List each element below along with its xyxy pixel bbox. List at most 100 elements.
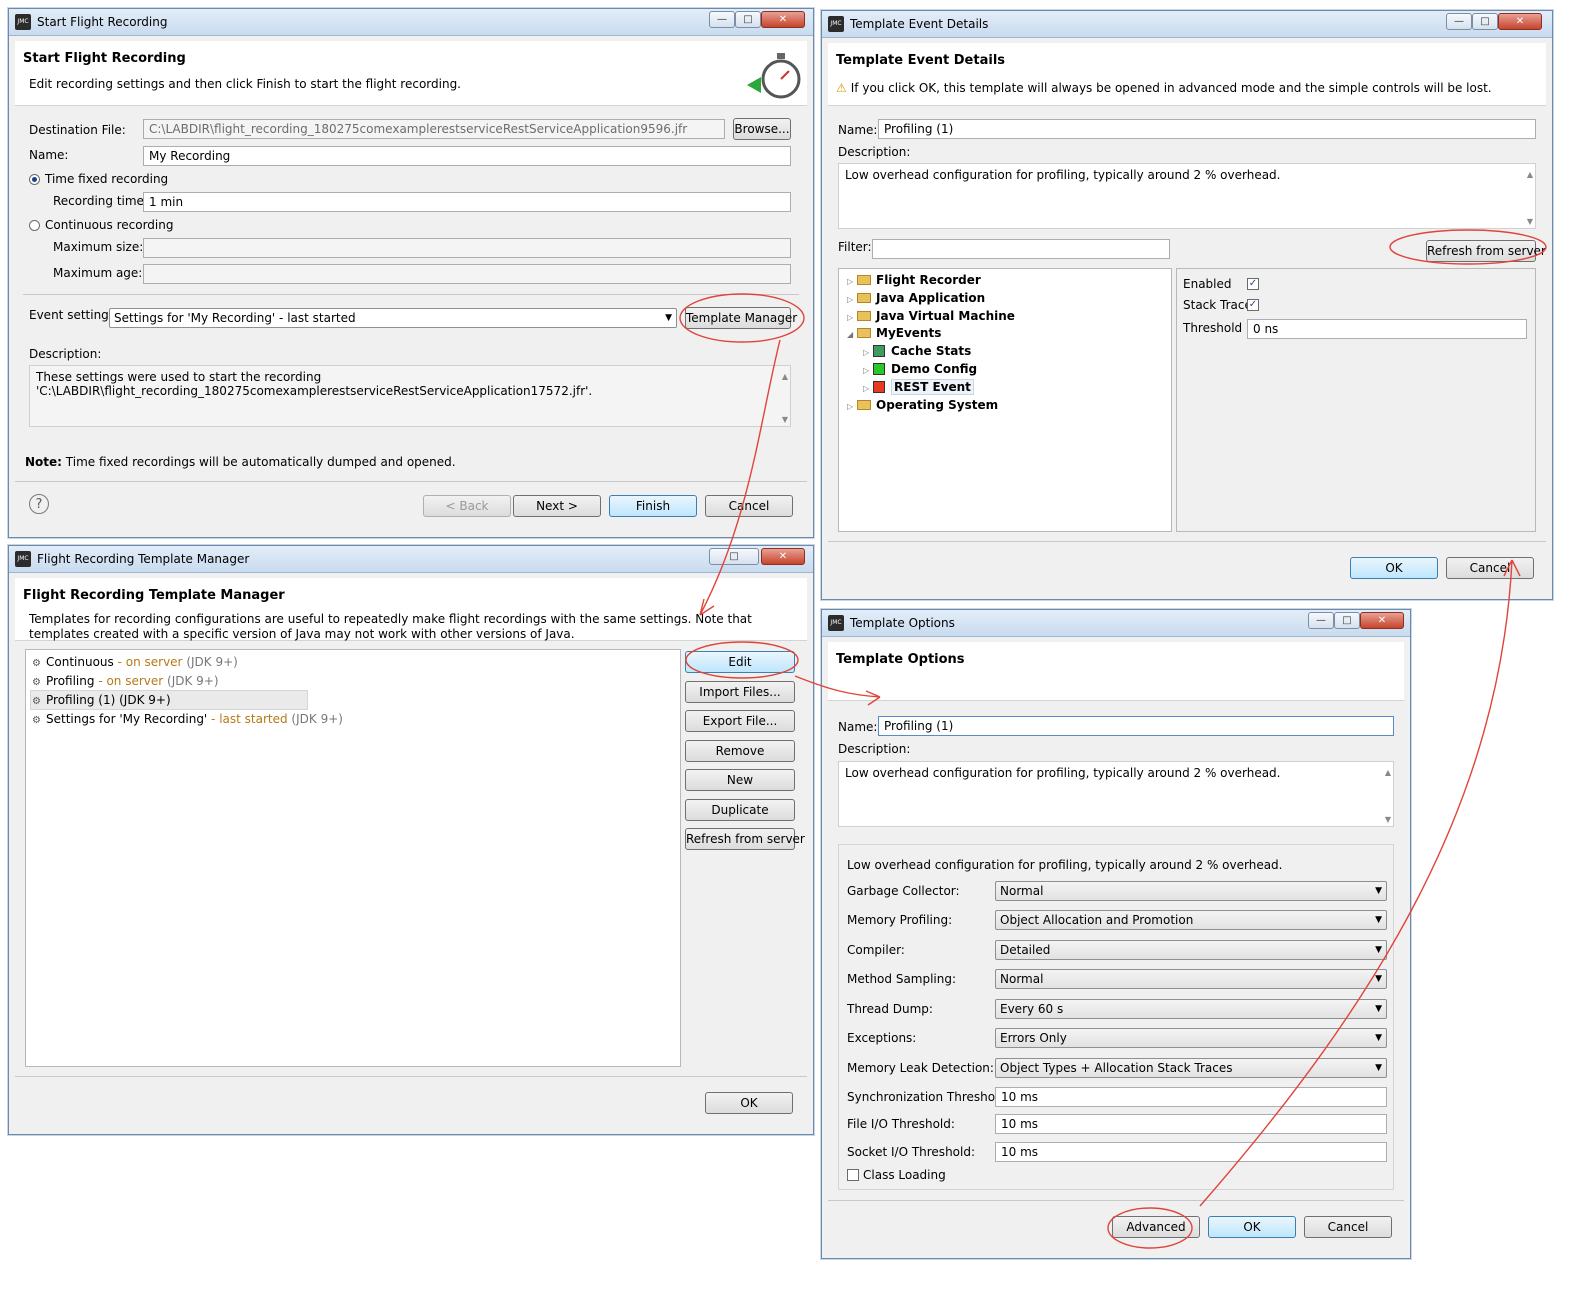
synchronization-threshold-field[interactable]: 10 ms — [995, 1087, 1387, 1107]
event-settings-combo[interactable]: Settings for 'My Recording' - last start… — [109, 308, 677, 328]
threshold-field[interactable]: 0 ns — [1247, 319, 1527, 339]
template-manager-button[interactable]: Template Manager — [685, 307, 797, 329]
next-button[interactable]: Next > — [513, 495, 601, 517]
tree-item-rest-event[interactable]: ▷ REST Event — [863, 379, 974, 395]
expand-icon[interactable]: ▷ — [863, 366, 873, 375]
new-button[interactable]: New — [685, 769, 795, 791]
exceptions-combo[interactable]: Errors Only ▼ — [995, 1028, 1387, 1048]
event-tree[interactable]: ▷ Flight Recorder ▷ Java Application ▷ Java… — [838, 268, 1172, 532]
enabled-checkbox[interactable]: ✓ — [1247, 278, 1259, 290]
class-loading-checkbox[interactable] — [847, 1169, 859, 1181]
title-bar[interactable]: JMC Start Flight Recording — □ ✕ — [9, 9, 813, 36]
name-field[interactable]: Profiling (1) — [878, 119, 1536, 139]
ok-button[interactable]: OK — [1208, 1216, 1296, 1238]
continuous-label[interactable]: Continuous recording — [45, 218, 173, 232]
edit-button[interactable]: Edit — [685, 651, 795, 673]
minimize-button[interactable]: — — [1446, 13, 1472, 30]
template-list[interactable]: ⚙ Continuous - on server (JDK 9+) ⚙ Profil… — [25, 649, 681, 1067]
cancel-button[interactable]: Cancel — [1304, 1216, 1392, 1238]
tree-item-java-virtual-machine[interactable]: ▷ Java Virtual Machine — [847, 309, 1015, 323]
description-text: Low overhead configuration for profiling… — [845, 168, 1281, 182]
filter-field[interactable] — [872, 239, 1170, 259]
close-button[interactable]: ✕ — [761, 548, 805, 565]
tree-item-flight-recorder[interactable]: ▷ Flight Recorder — [847, 273, 981, 287]
note: Note: Time fixed recordings will be auto… — [25, 455, 456, 469]
close-button[interactable]: ✕ — [1360, 612, 1404, 629]
maximize-button[interactable]: □ — [1472, 13, 1498, 30]
template-item[interactable]: ⚙ Profiling (1) (JDK 9+) — [32, 693, 171, 707]
stack-trace-checkbox[interactable]: ✓ — [1247, 299, 1259, 311]
refresh-from-server-button[interactable]: Refresh from server — [685, 828, 805, 850]
title-bar[interactable]: JMC Template Options — □ ✕ — [822, 610, 1410, 637]
maximum-age-field[interactable] — [143, 264, 791, 284]
scroll-down-icon[interactable]: ▼ — [1527, 217, 1533, 226]
scroll-down-icon[interactable]: ▼ — [782, 415, 788, 424]
expand-icon[interactable]: ▷ — [847, 313, 857, 322]
name-field[interactable]: Profiling (1) — [878, 716, 1394, 736]
scroll-down-icon[interactable]: ▼ — [1385, 815, 1391, 824]
import-files-button[interactable]: Import Files... — [685, 681, 795, 703]
time-fixed-label[interactable]: Time fixed recording — [45, 172, 168, 186]
class-loading-label[interactable]: Class Loading — [863, 1168, 946, 1182]
tree-item-myevents[interactable]: ◢ MyEvents — [847, 326, 941, 340]
expand-icon[interactable]: ▷ — [847, 295, 857, 304]
minimize-button[interactable]: — — [1308, 612, 1334, 629]
description-area[interactable]: Low overhead configuration for profiling… — [838, 163, 1536, 229]
maximum-size-field[interactable] — [143, 238, 791, 258]
refresh-from-server-button[interactable]: Refresh from server — [1426, 240, 1546, 262]
description-area[interactable]: Low overhead configuration for profiling… — [838, 761, 1394, 827]
event-settings-value: Settings for 'My Recording' - last start… — [114, 311, 356, 325]
time-fixed-radio[interactable] — [29, 174, 40, 185]
close-button[interactable]: ✕ — [761, 11, 805, 28]
title-bar[interactable]: JMC Template Event Details — □ ✕ — [822, 11, 1552, 38]
file-io-threshold-field[interactable]: 10 ms — [995, 1114, 1387, 1134]
socket-io-threshold-field[interactable]: 10 ms — [995, 1142, 1387, 1162]
destination-file-label: Destination File: — [29, 123, 126, 137]
advanced-button[interactable]: Advanced — [1112, 1216, 1200, 1238]
export-file-button[interactable]: Export File... — [685, 710, 795, 732]
compiler-label: Compiler: — [847, 943, 905, 957]
note-label: Note: — [25, 455, 62, 469]
compiler-combo[interactable]: Detailed ▼ — [995, 940, 1387, 960]
tree-item-demo-config[interactable]: ▷ Demo Config — [863, 362, 977, 376]
ok-button[interactable]: OK — [705, 1092, 793, 1114]
method-sampling-combo[interactable]: Normal ▼ — [995, 969, 1387, 989]
scroll-up-icon[interactable]: ▲ — [782, 372, 788, 381]
destination-file-field[interactable]: C:\LABDIR\flight_recording_180275comexam… — [143, 119, 725, 139]
help-icon[interactable]: ? — [29, 494, 49, 514]
name-field[interactable]: My Recording — [143, 146, 791, 166]
collapse-icon[interactable]: ◢ — [847, 330, 857, 339]
cancel-button[interactable]: Cancel — [705, 495, 793, 517]
expand-icon[interactable]: ▷ — [847, 277, 857, 286]
duplicate-button[interactable]: Duplicate — [685, 799, 795, 821]
tree-item-operating-system[interactable]: ▷ Operating System — [847, 398, 998, 412]
continuous-radio[interactable] — [29, 220, 40, 231]
ok-button[interactable]: OK — [1350, 557, 1438, 579]
scroll-up-icon[interactable]: ▲ — [1527, 170, 1533, 179]
memory-leak-detection-combo[interactable]: Object Types + Allocation Stack Traces ▼ — [995, 1058, 1387, 1078]
memory-profiling-combo[interactable]: Object Allocation and Promotion ▼ — [995, 910, 1387, 930]
tree-item-java-application[interactable]: ▷ Java Application — [847, 291, 985, 305]
tree-item-cache-stats[interactable]: ▷ Cache Stats — [863, 344, 971, 358]
garbage-collector-combo[interactable]: Normal ▼ — [995, 881, 1387, 901]
remove-button[interactable]: Remove — [685, 740, 795, 762]
thread-dump-combo[interactable]: Every 60 s ▼ — [995, 999, 1387, 1019]
scroll-up-icon[interactable]: ▲ — [1385, 768, 1391, 777]
finish-button[interactable]: Finish — [609, 495, 697, 517]
template-item[interactable]: ⚙ Profiling - on server (JDK 9+) — [32, 674, 219, 688]
minimize-button[interactable]: — — [709, 11, 735, 28]
maximize-button[interactable]: □ — [709, 548, 759, 565]
back-button[interactable]: < Back — [423, 495, 511, 517]
maximize-button[interactable]: □ — [735, 11, 761, 28]
expand-icon[interactable]: ▷ — [863, 348, 873, 357]
title-bar[interactable]: JMC Flight Recording Template Manager □ … — [9, 546, 813, 573]
maximize-button[interactable]: □ — [1334, 612, 1360, 629]
template-item[interactable]: ⚙ Settings for 'My Recording' - last star… — [32, 712, 343, 726]
template-item[interactable]: ⚙ Continuous - on server (JDK 9+) — [32, 655, 238, 669]
browse-button[interactable]: Browse... — [733, 118, 791, 140]
cancel-button[interactable]: Cancel — [1446, 557, 1534, 579]
close-button[interactable]: ✕ — [1498, 13, 1542, 30]
expand-icon[interactable]: ▷ — [847, 402, 857, 411]
recording-time-field[interactable]: 1 min — [143, 192, 791, 212]
expand-icon[interactable]: ▷ — [863, 384, 873, 393]
